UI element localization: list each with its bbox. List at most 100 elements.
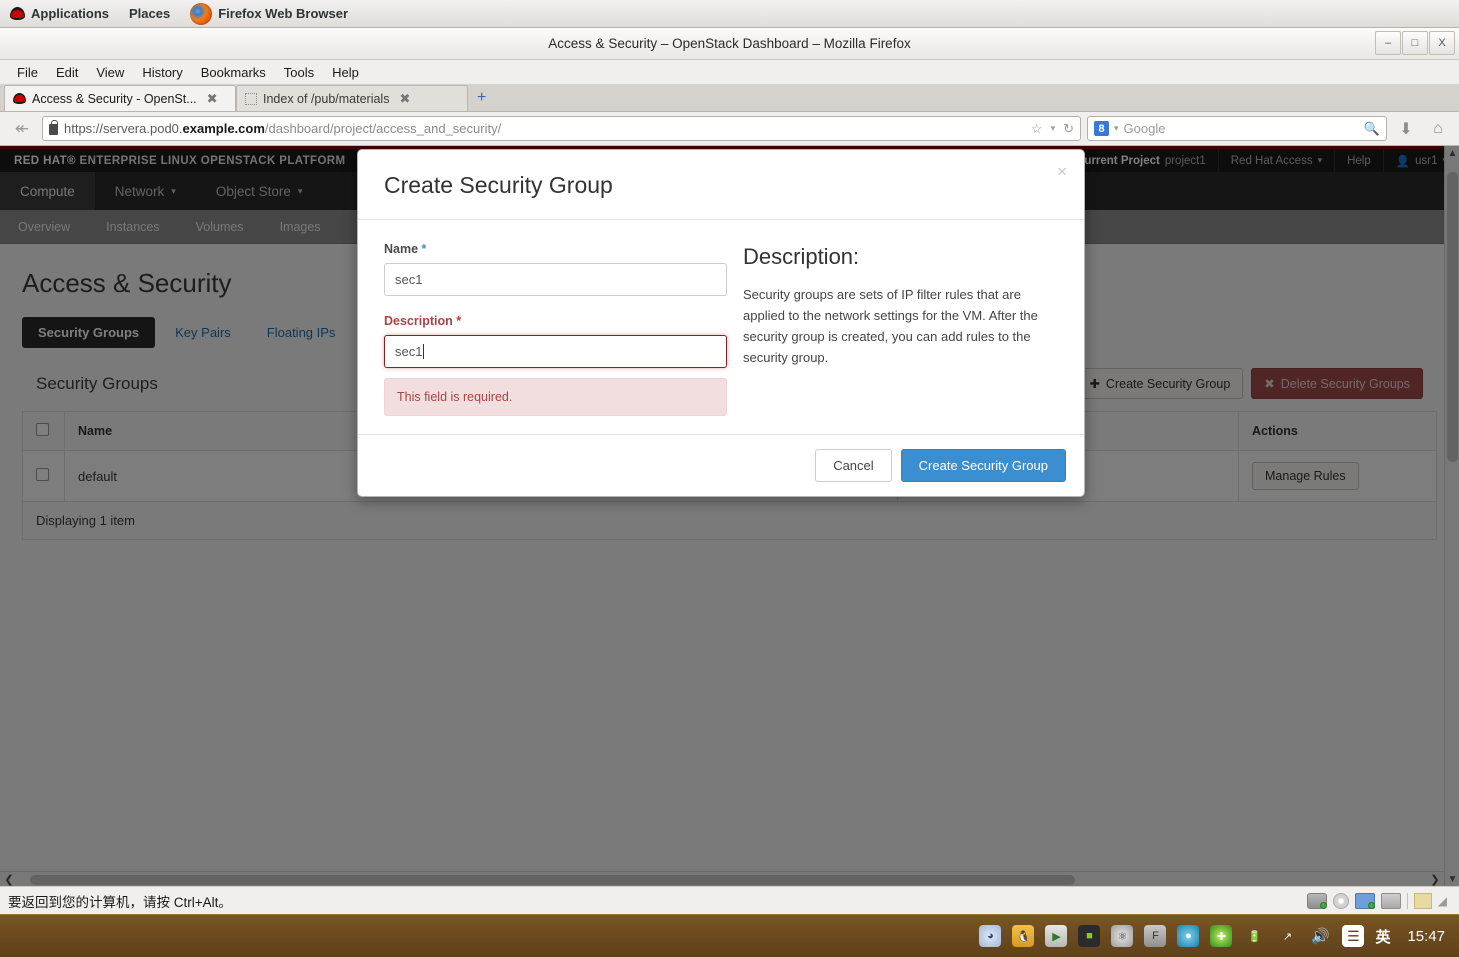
url-scheme: https://servera.pod0. [64,121,183,136]
window-titlebar: Access & Security – OpenStack Dashboard … [0,28,1459,60]
description-input[interactable]: sec1 [384,335,727,368]
minimize-button[interactable]: – [1375,31,1401,55]
downloads-icon[interactable]: ⬇ [1393,119,1419,139]
menu-tools[interactable]: Tools [275,63,323,82]
modal-footer: Cancel Create Security Group [358,434,1084,496]
create-security-group-modal: Create Security Group × Name * sec1 Desc… [357,149,1085,497]
description-label-text: Description [384,314,453,328]
tab-close-icon[interactable]: ✖ [207,91,218,107]
description-error-message: This field is required. [384,378,727,416]
nvidia-icon[interactable]: ■ [1078,925,1101,947]
page-viewport: RED HAT® ENTERPRISE LINUX OPENSTACK PLAT… [0,146,1459,887]
search-input[interactable]: Google [1124,121,1166,136]
wifi-icon[interactable]: ↗ [1276,925,1298,947]
copy-icon[interactable]: ▶ [1045,925,1068,947]
name-label-text: Name [384,242,419,256]
redhat-icon [10,7,25,20]
tab-title: Access & Security - OpenSt... [32,91,197,106]
battery-icon[interactable]: 🔋 [1243,925,1265,947]
modal-help-column: Description: Security groups are sets of… [743,242,1058,416]
modal-title: Create Security Group [384,172,613,198]
status-bar: 要返回到您的计算机，请按 Ctrl+Alt。 ◢ [0,886,1459,914]
sogou-icon[interactable]: ⚛ [1111,925,1134,947]
places-menu[interactable]: Places [119,0,180,28]
applications-menu[interactable]: Applications [0,0,119,28]
close-icon[interactable]: × [1057,162,1067,182]
url-text: https://servera.pod0.example.com/dashboa… [64,121,501,136]
url-bar[interactable]: https://servera.pod0.example.com/dashboa… [42,116,1081,141]
back-forward-button[interactable]: ↞ [8,117,36,141]
home-icon[interactable]: ⌂ [1425,120,1451,138]
submit-create-security-group-button[interactable]: Create Security Group [900,449,1066,482]
menu-view[interactable]: View [87,63,133,82]
fcitx-icon[interactable]: F [1144,925,1167,947]
resize-grip-icon[interactable]: ◢ [1438,894,1447,908]
network-icon[interactable] [1354,892,1375,909]
applications-menu-label: Applications [31,6,110,21]
description-field-label: Description * [384,314,727,328]
window-title: Access & Security – OpenStack Dashboard … [548,36,911,51]
qq-icon[interactable]: 🐧 [1012,925,1035,947]
menu-edit[interactable]: Edit [47,63,87,82]
urlbar-actions: ☆ ▾ ↻ [1031,121,1074,137]
maximize-button[interactable]: □ [1402,31,1428,55]
redhat-favicon-icon [13,93,26,104]
volume-icon[interactable]: 🔊 [1309,925,1331,947]
menu-history[interactable]: History [133,63,191,82]
modal-header: Create Security Group × [358,150,1084,220]
ime-indicator[interactable]: 英 [1375,926,1390,947]
firefox-window: Access & Security – OpenStack Dashboard … [0,28,1459,914]
search-icon[interactable]: 🔍 [1364,121,1380,137]
modal-form-column: Name * sec1 Description * sec1 This fiel… [384,242,727,416]
name-field-label: Name * [384,242,727,256]
harddisk-icon[interactable] [1306,892,1327,909]
window-list-item-firefox[interactable]: Firefox Web Browser [180,0,358,28]
menu-bar: File Edit View History Bookmarks Tools H… [0,60,1459,84]
bluetooth-icon[interactable]: ◕ [979,925,1002,947]
menu-help[interactable]: Help [323,63,368,82]
chevron-down-icon[interactable]: ▾ [1114,123,1119,134]
help-text: Security groups are sets of IP filter ru… [743,287,1038,366]
navigation-toolbar: ↞ https://servera.pod0.example.com/dashb… [0,112,1459,146]
url-path: /dashboard/project/access_and_security/ [264,121,502,136]
browser-tab-access-security[interactable]: Access & Security - OpenSt... ✖ [4,85,236,111]
modal-body: Name * sec1 Description * sec1 This fiel… [358,220,1084,434]
firefox-icon [190,2,213,25]
status-tray: ◢ [1306,892,1451,909]
notes-icon[interactable] [1413,892,1432,909]
menu-file[interactable]: File [8,63,47,82]
close-button[interactable]: X [1429,31,1455,55]
name-input[interactable]: sec1 [384,263,727,296]
gnome-top-panel: Applications Places Firefox Web Browser [0,0,1459,28]
camera-icon[interactable] [1380,892,1401,909]
notes-icon[interactable]: ☰ [1342,925,1365,947]
search-engine-badge: 8 [1094,121,1109,136]
required-mark: * [456,314,462,328]
reload-icon[interactable]: ↻ [1063,121,1074,137]
menu-bookmarks[interactable]: Bookmarks [192,63,275,82]
places-menu-label: Places [129,6,171,21]
desktop-taskbar: ◕ 🐧 ▶ ■ ⚛ F ● ✚ 🔋 ↗ 🔊 ☰ 英 15:47 [0,914,1459,957]
lock-icon [49,120,58,135]
window-list-item-label: Firefox Web Browser [218,6,349,21]
search-bar[interactable]: 8 ▾ Google 🔍 [1087,116,1387,141]
clock[interactable]: 15:47 [1401,928,1445,945]
update-icon[interactable]: ✚ [1210,925,1233,947]
bookmark-star-icon[interactable]: ☆ [1031,121,1043,137]
divider [1406,892,1408,909]
description-input-value: sec1 [395,344,423,359]
blank-page-favicon-icon [245,92,257,105]
tab-bar: Access & Security - OpenSt... ✖ Index of… [0,84,1459,112]
system-tray: ◕ 🐧 ▶ ■ ⚛ F ● ✚ 🔋 ↗ 🔊 ☰ 英 15:47 [979,925,1459,947]
cdrom-icon[interactable] [1332,892,1349,909]
text-cursor [423,344,425,359]
browser-tab-index-materials[interactable]: Index of /pub/materials ✖ [236,85,468,111]
gimp-icon[interactable]: ● [1177,925,1200,947]
help-title: Description: [743,244,860,269]
cancel-button[interactable]: Cancel [815,449,892,482]
tab-close-icon[interactable]: ✖ [399,91,410,107]
chevron-down-icon[interactable]: ▾ [1051,123,1056,134]
window-controls: – □ X [1375,31,1455,55]
new-tab-button[interactable]: + [468,85,495,111]
required-mark: * [421,242,427,256]
